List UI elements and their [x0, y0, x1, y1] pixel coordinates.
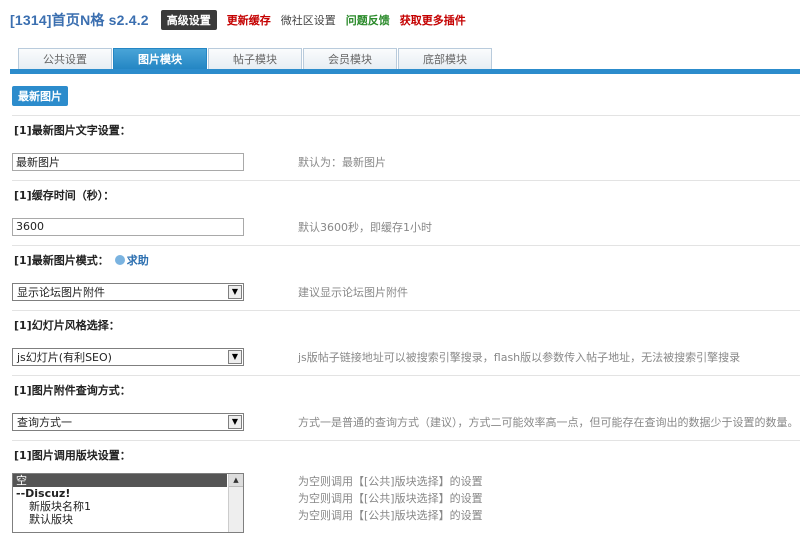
- settings-list: [1]最新图片文字设置： 默认为：最新图片 [1]缓存时间（秒）： 默认3600…: [12, 115, 800, 533]
- block-select-listbox[interactable]: 空 --Discuz! 新版块名称1 默认版块 ▲: [12, 473, 244, 533]
- query-method-row: 查询方式一 ▼ 方式一是普通的查询方式（建议），方式二可能效率高一点，但可能存在…: [12, 403, 800, 440]
- slideshow-style-select[interactable]: js幻灯片(有利SEO) ▼: [12, 347, 244, 366]
- cache-time-heading: [1]缓存时间（秒）：: [12, 180, 800, 208]
- tab-member-module[interactable]: 会员模块: [303, 48, 397, 69]
- top-bar: [1314]首页N格 s2.4.2 高级设置 更新缓存 微社区设置 问题反馈 获…: [10, 10, 476, 30]
- list-item[interactable]: --Discuz!: [13, 487, 243, 500]
- list-item[interactable]: 空: [13, 474, 227, 487]
- cache-time-hint: 默认3600秒，即缓存1小时: [298, 220, 432, 234]
- image-mode-heading: [1]最新图片模式： 求助: [12, 245, 800, 273]
- list-item[interactable]: 新版块名称1: [13, 500, 243, 513]
- text-setting-row: 默认为：最新图片: [12, 143, 800, 180]
- query-method-selected: 查询方式一: [17, 415, 72, 429]
- cache-time-input[interactable]: [12, 217, 244, 236]
- scroll-up-icon[interactable]: ▲: [229, 474, 243, 487]
- slideshow-style-heading: [1]幻灯片风格选择：: [12, 310, 800, 338]
- micro-community-settings-button[interactable]: 微社区设置: [281, 12, 336, 28]
- text-setting-heading: [1]最新图片文字设置：: [12, 115, 800, 143]
- chevron-down-icon[interactable]: ▼: [228, 284, 242, 299]
- block-setting-hint: 为空则调用【[公共]版块选择】的设置: [298, 492, 483, 505]
- cache-time-row: 默认3600秒，即缓存1小时: [12, 208, 800, 245]
- help-link[interactable]: 求助: [114, 252, 149, 268]
- image-mode-heading-label: [1]最新图片模式：: [14, 253, 109, 267]
- block-setting-heading: [1]图片调用版块设置：: [12, 440, 800, 468]
- app-title: [1314]首页N格 s2.4.2: [10, 12, 149, 28]
- tab-footer-module[interactable]: 底部模块: [398, 48, 492, 69]
- block-setting-hints: 为空则调用【[公共]版块选择】的设置 为空则调用【[公共]版块选择】的设置 为空…: [298, 473, 483, 524]
- module-tabs: 公共设置 图片模块 帖子模块 会员模块 底部模块: [18, 48, 493, 69]
- tab-post-module[interactable]: 帖子模块: [208, 48, 302, 69]
- tab-image-module[interactable]: 图片模块: [113, 48, 207, 69]
- image-mode-selected: 显示论坛图片附件: [17, 285, 105, 299]
- query-method-heading: [1]图片附件查询方式：: [12, 375, 800, 403]
- feedback-button[interactable]: 问题反馈: [346, 12, 390, 28]
- slideshow-style-selected: js幻灯片(有利SEO): [17, 350, 112, 364]
- more-plugins-button[interactable]: 获取更多插件: [400, 12, 466, 28]
- block-setting-hint: 为空则调用【[公共]版块选择】的设置: [298, 509, 483, 522]
- listbox-scrollbar[interactable]: ▲: [228, 474, 243, 532]
- chevron-down-icon[interactable]: ▼: [228, 349, 242, 364]
- query-method-select[interactable]: 查询方式一 ▼: [12, 412, 244, 431]
- update-cache-button[interactable]: 更新缓存: [227, 12, 271, 28]
- query-method-hint: 方式一是普通的查询方式（建议），方式二可能效率高一点，但可能存在查询出的数据少于…: [298, 415, 799, 429]
- block-setting-row: 空 --Discuz! 新版块名称1 默认版块 ▲ 为空则调用【[公共]版块选择…: [12, 468, 800, 533]
- tab-public-settings[interactable]: 公共设置: [18, 48, 112, 69]
- image-mode-select[interactable]: 显示论坛图片附件 ▼: [12, 282, 244, 301]
- text-setting-hint: 默认为：最新图片: [298, 155, 386, 169]
- tab-underline: [10, 69, 800, 74]
- block-setting-hint: 为空则调用【[公共]版块选择】的设置: [298, 475, 483, 488]
- slideshow-style-hint: js版帖子链接地址可以被搜索引擎搜录，flash版以参数传入帖子地址，无法被搜索…: [298, 350, 741, 364]
- help-icon: [114, 254, 125, 265]
- image-mode-hint: 建议显示论坛图片附件: [298, 285, 408, 299]
- text-setting-input[interactable]: [12, 152, 244, 171]
- slideshow-style-row: js幻灯片(有利SEO) ▼ js版帖子链接地址可以被搜索引擎搜录，flash版…: [12, 338, 800, 375]
- section-label: 最新图片: [12, 86, 68, 106]
- advanced-settings-button[interactable]: 高级设置: [160, 10, 217, 30]
- chevron-down-icon[interactable]: ▼: [228, 414, 242, 429]
- help-label: 求助: [126, 253, 149, 267]
- list-item[interactable]: 默认版块: [13, 513, 243, 526]
- image-mode-row: 显示论坛图片附件 ▼ 建议显示论坛图片附件: [12, 273, 800, 310]
